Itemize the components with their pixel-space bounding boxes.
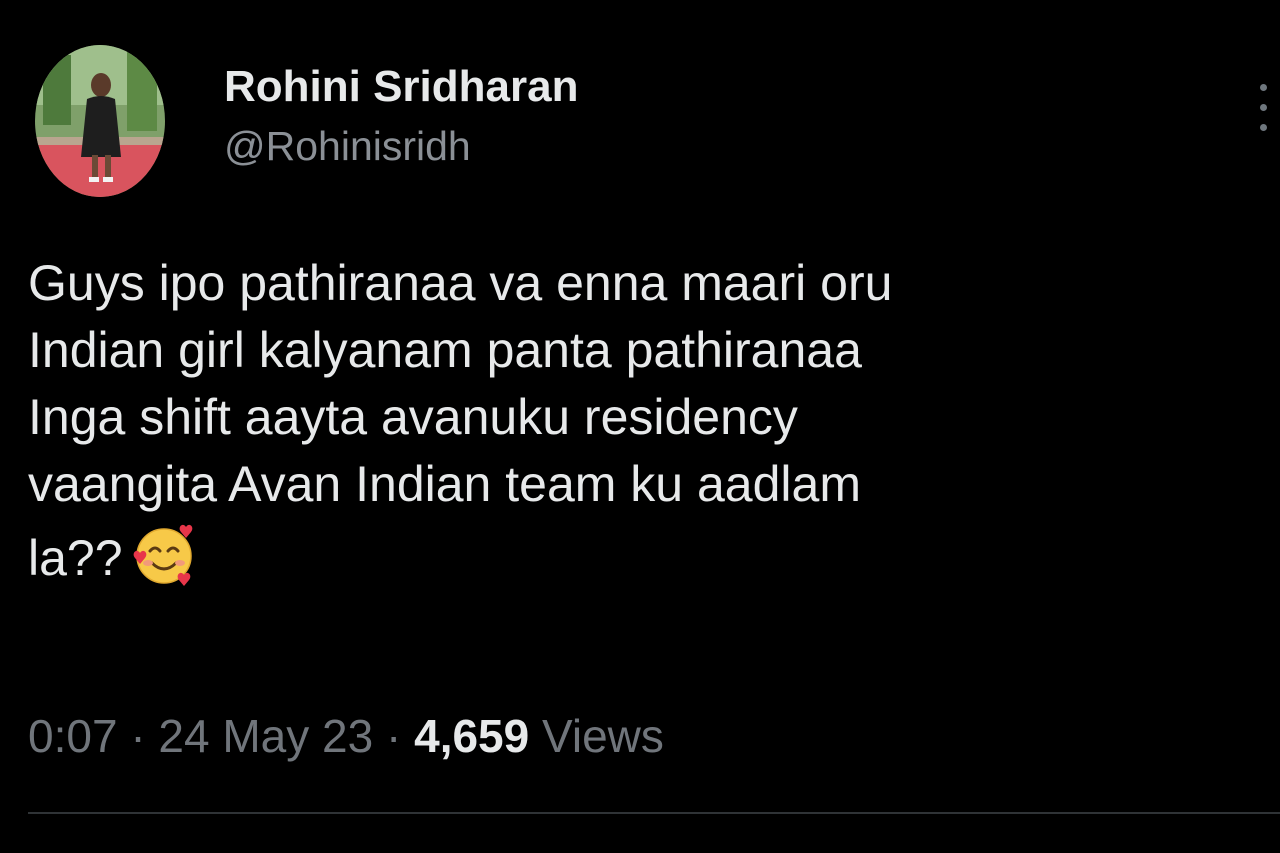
tweet-date: 24 May 23 xyxy=(158,710,374,762)
timestamp-link[interactable]: 0:07 · 24 May 23 xyxy=(28,710,373,762)
divider xyxy=(28,812,1280,814)
tweet-text: Guys ipo pathiranaa va enna maari oru In… xyxy=(28,250,1258,592)
tweet-meta: 0:07 · 24 May 23 · 4,659 Views xyxy=(28,708,664,764)
ellipsis-dot xyxy=(1260,124,1267,131)
meta-separator: · xyxy=(386,710,402,762)
views-link[interactable]: 4,659 Views xyxy=(414,710,664,762)
smiling-face-with-hearts-icon xyxy=(127,518,201,592)
ellipsis-dot xyxy=(1260,104,1267,111)
display-name[interactable]: Rohini Sridharan xyxy=(224,58,578,116)
author-block: Rohini Sridharan @Rohinisridh xyxy=(224,58,578,172)
tweet-line: Inga shift aayta avanuku residency xyxy=(28,389,798,445)
tweet-line-last: la?? xyxy=(28,518,1258,592)
more-options-button[interactable] xyxy=(1248,80,1276,136)
tweet-line: Indian girl kalyanam panta pathiranaa xyxy=(28,322,862,378)
ellipsis-vertical-icon xyxy=(1260,84,1267,91)
tweet-line: Guys ipo pathiranaa va enna maari oru xyxy=(28,255,893,311)
avatar[interactable] xyxy=(35,45,165,197)
views-label: Views xyxy=(542,710,664,762)
handle[interactable]: @Rohinisridh xyxy=(224,120,578,172)
tweet-time: 0:07 xyxy=(28,710,118,762)
views-count: 4,659 xyxy=(414,710,530,762)
tweet-line: vaangita Avan Indian team ku aadlam xyxy=(28,456,861,512)
tweet: Rohini Sridharan @Rohinisridh Guys ipo p… xyxy=(0,0,1280,853)
tweet-line-text: la?? xyxy=(28,530,123,586)
meta-separator: · xyxy=(130,710,146,762)
profile-photo-icon xyxy=(35,45,165,197)
